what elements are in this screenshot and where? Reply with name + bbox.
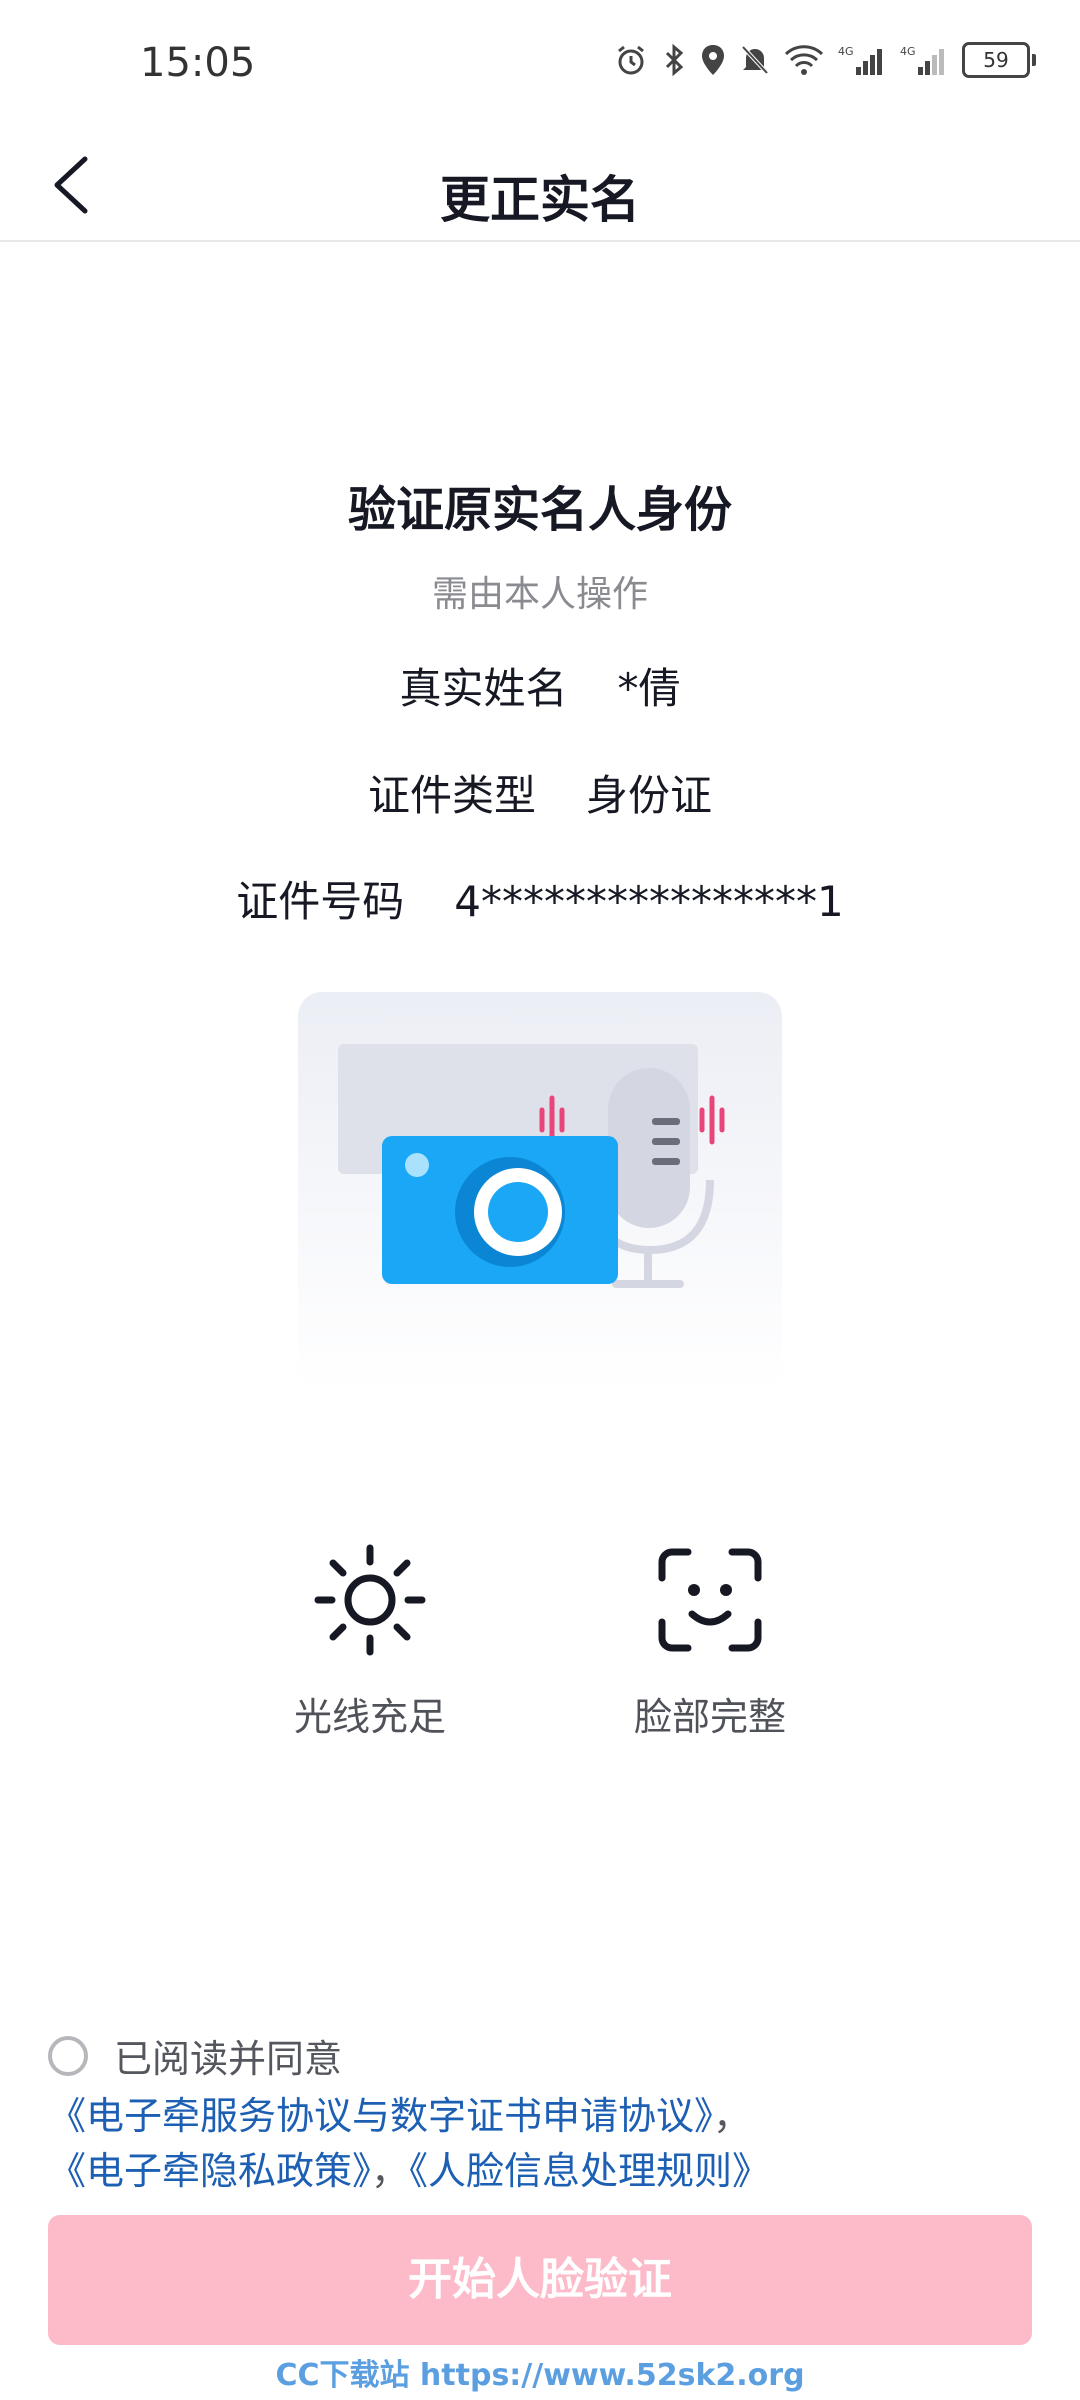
agreement-line-1: 《电子牵服务协议与数字证书申请协议》， [48, 2085, 751, 2140]
battery-icon: 59 [962, 42, 1036, 78]
watermark: CC下载站 https://www.52sk2.org [275, 2358, 805, 2393]
status-bar: 15:05 4G 4G 59 [0, 0, 1080, 130]
wifi-icon [784, 45, 824, 75]
camera-mic-illustration [298, 992, 782, 1392]
signal-4g-icon: 4G [838, 45, 882, 75]
location-icon [702, 45, 724, 75]
agreement-sep-1: ， [713, 2094, 752, 2138]
bluetooth-icon [665, 43, 684, 77]
verify-title: 验证原实名人身份 [347, 482, 732, 538]
link-service-agreement[interactable]: 《电子牵服务协议与数字证书申请协议》 [48, 2094, 713, 2138]
idnum-label: 证件号码 [236, 877, 405, 926]
idtype-value: 身份证 [586, 771, 713, 820]
alarm-icon [618, 45, 644, 75]
info-row-name: 真实姓名 *倩 [0, 655, 1080, 716]
sun-icon [314, 1544, 426, 1656]
mute-bell-icon [741, 45, 769, 75]
nav-header: 更正实名 [0, 130, 1080, 242]
verify-subtitle: 需由本人操作 [431, 574, 648, 615]
tip-label-face: 脸部完整 [633, 1695, 786, 1739]
agreement-radio[interactable] [48, 2035, 88, 2076]
tip-label-light: 光线充足 [293, 1695, 446, 1739]
link-privacy-policy[interactable]: 《电子牵隐私政策》 [48, 2149, 371, 2193]
info-row-idnum: 证件号码 4****************1 [0, 868, 1080, 929]
status-time: 15:05 [140, 40, 256, 86]
agreement-line-2: 《电子牵隐私政策》，《人脸信息处理规则》 [48, 2140, 770, 2195]
signal-4g-icon-2: 4G [900, 45, 944, 75]
tip-face-complete: 脸部完整 [580, 1540, 840, 1741]
agreement-checkbox-row[interactable]: 已阅读并同意 [48, 2028, 342, 2083]
agreement-sep-2: ， [371, 2149, 410, 2193]
tip-sufficient-light: 光线充足 [240, 1540, 500, 1741]
face-scan-icon [658, 1548, 762, 1652]
name-label: 真实姓名 [399, 664, 568, 713]
info-row-idtype: 证件类型 身份证 [0, 762, 1080, 823]
link-face-info-rules[interactable]: 《人脸信息处理规则》 [409, 2149, 770, 2193]
agreement-prefix: 已阅读并同意 [114, 2037, 343, 2081]
start-face-verify-button[interactable]: 开始人脸验证 [48, 2215, 1032, 2345]
idnum-value: 4****************1 [454, 877, 844, 926]
idtype-label: 证件类型 [367, 771, 536, 820]
name-value: *倩 [617, 664, 681, 713]
status-icons: 4G 4G 59 [614, 42, 1036, 78]
page-title: 更正实名 [440, 171, 640, 229]
svg-text:4G: 4G [838, 45, 854, 58]
svg-text:4G: 4G [900, 45, 916, 58]
